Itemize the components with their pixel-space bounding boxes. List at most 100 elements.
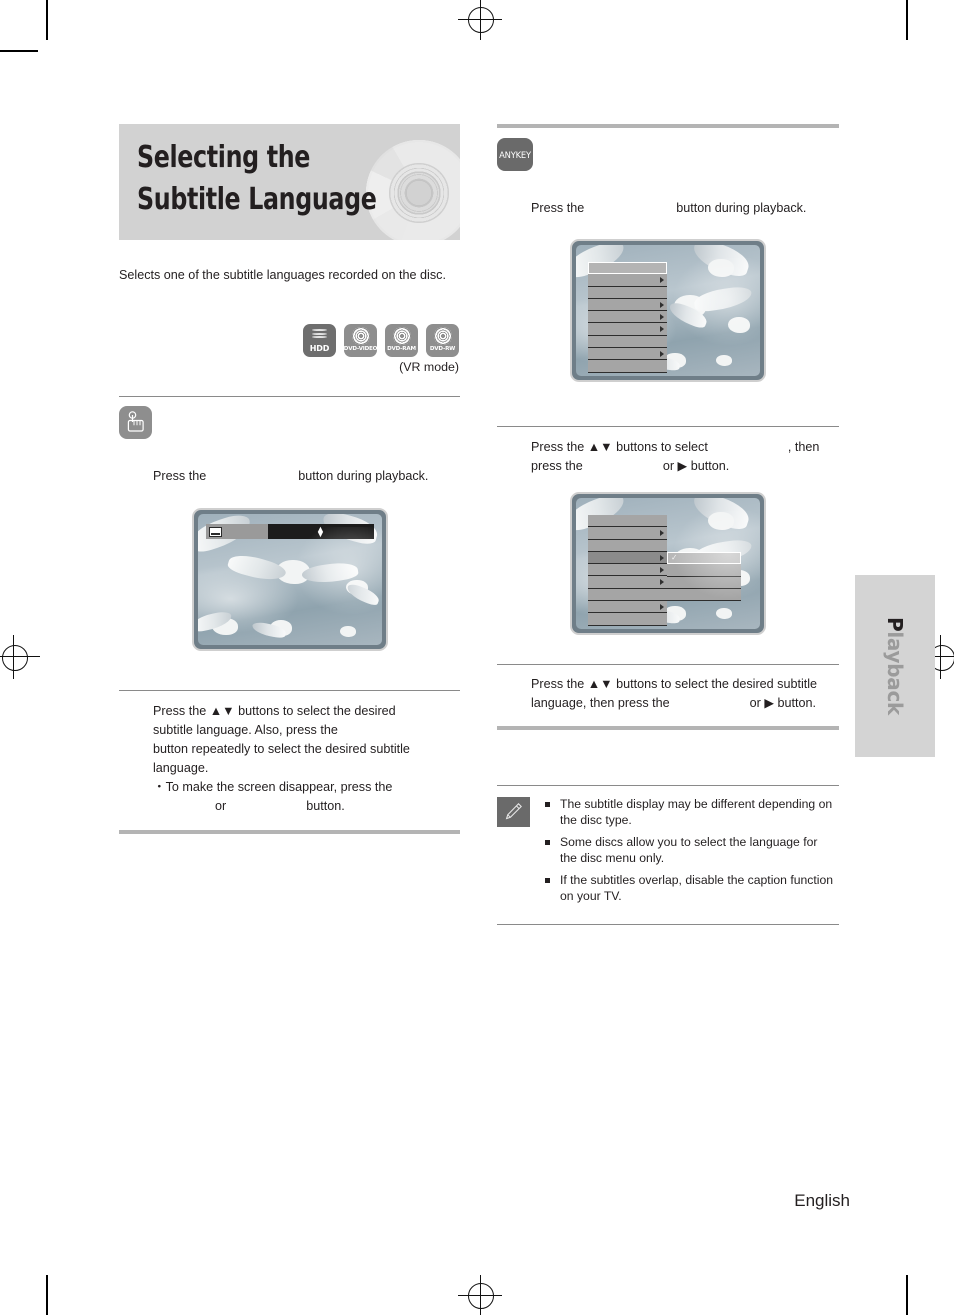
anykey-menu-item-7[interactable] <box>588 335 667 349</box>
right-rule-below-step3 <box>497 726 839 730</box>
tv-screen-content-2: ✓ <box>576 498 760 629</box>
chevron-right-icon <box>660 603 664 610</box>
anykey-menu-item-9[interactable] <box>588 360 667 373</box>
right-step-2-line1-before: Press the ▲▼ buttons to select <box>531 440 708 454</box>
submenu-item-3[interactable] <box>667 576 741 589</box>
dvd-rw-icon-label: DVD-RW <box>429 346 456 352</box>
anykey-menu-2-item-4[interactable] <box>588 551 667 565</box>
right-step-1-text: Press the button during playback. <box>531 199 839 218</box>
gull-wing-center-2 <box>692 538 754 566</box>
right-rule-below-notes <box>497 924 839 925</box>
gull-wing-top-right-1 <box>689 245 753 280</box>
left-step-2-bullet-line1: ・To make the screen disappear, press the <box>153 778 463 797</box>
anykey-menu-2-item-3[interactable] <box>588 539 667 552</box>
anykey-menu-2-item-6[interactable] <box>588 576 667 589</box>
tv-screenshot-anykey-submenu: ✓ <box>570 492 766 635</box>
anykey-menu-item-8[interactable] <box>588 348 667 361</box>
right-step-2-line2-or: or ▶ button. <box>662 459 730 473</box>
submenu-item-4[interactable] <box>667 588 741 602</box>
left-rule-bottom <box>119 830 460 834</box>
gull-wing-top-right-2 <box>689 498 753 533</box>
anykey-badge: ANYKEY <box>497 138 533 171</box>
anykey-menu-item-6[interactable] <box>588 323 667 336</box>
anykey-menu[interactable] <box>588 262 667 373</box>
right-step-3-text: Press the ▲▼ buttons to select the desir… <box>531 675 843 713</box>
left-step-2-bullet-text: To make the screen disappear, press the <box>165 780 393 794</box>
left-step-2-bullet-end: button. <box>306 799 345 813</box>
osd-subtitle-bar: ▲ ▼ <box>205 523 374 539</box>
anykey-menu-2-item-2[interactable] <box>588 527 667 540</box>
note-list: The subtitle display may be different de… <box>544 797 834 911</box>
tv-screenshot-subtitle-osd: ▲ ▼ <box>191 508 388 651</box>
left-step-2-line2-text: subtitle language. Also, press the <box>153 723 338 737</box>
left-step-1-text-after: button during playback. <box>298 469 429 483</box>
gull-wing-center-left <box>225 550 288 586</box>
gull-body-right-1 <box>728 317 750 333</box>
gull-body-bottom-right-2 <box>716 608 732 619</box>
gull-body-bottom-right-1 <box>716 355 732 366</box>
left-step-2-line3: button repeatedly to select the desired … <box>153 742 410 756</box>
right-rule-above-notes <box>497 785 839 786</box>
left-rule-above-step1 <box>119 396 460 397</box>
note-item-3: If the subtitles overlap, disable the ca… <box>544 873 834 904</box>
intro-paragraph: Selects one of the subtitle languages re… <box>119 268 446 282</box>
gull-wing-center-right <box>300 559 359 587</box>
submenu-item-2[interactable] <box>667 564 741 577</box>
left-step-2-line2: subtitle language. Also, press the <box>153 721 463 740</box>
gull-body-right <box>345 580 368 595</box>
right-step-2-text: Press the ▲▼ buttons to select , then pre… <box>531 438 841 476</box>
right-step-3-line2: language, then press the or ▶ button. <box>531 694 843 713</box>
right-step-2-line2: press the or ▶ button. <box>531 457 841 476</box>
anykey-menu-2[interactable] <box>588 515 667 626</box>
note-block: The subtitle display may be different de… <box>497 797 839 911</box>
dvd-ram-icon-label: DVD-RAM <box>387 346 416 352</box>
dvd-video-icon-label: DVD-VIDEO <box>343 346 378 352</box>
right-step-1-text-after: button during playback. <box>676 201 807 215</box>
note-item-2: Some discs allow you to select the langu… <box>544 835 834 866</box>
hdd-icon: HDD <box>303 324 336 357</box>
gull-body-center-1 <box>674 295 706 318</box>
anykey-menu-2-item-5[interactable] <box>588 564 667 577</box>
gull-body-center-2 <box>674 548 706 571</box>
section-tab-label: Playback <box>883 617 907 715</box>
anykey-menu-item-5[interactable] <box>588 311 667 324</box>
chevron-right-icon <box>660 529 664 536</box>
osd-right-segment: ▲ ▼ <box>267 523 374 539</box>
anykey-menu-2-item-7[interactable] <box>588 588 667 602</box>
left-step-2-bullet-line2: or button. <box>153 797 463 816</box>
anykey-menu-item-1[interactable] <box>588 262 667 275</box>
chevron-right-icon <box>660 350 664 357</box>
dvd-rw-disc-glyph <box>433 327 452 345</box>
right-rule-top <box>497 124 839 128</box>
anykey-menu-2-item-9[interactable] <box>588 613 667 626</box>
subtitle-language-submenu[interactable]: ✓ <box>667 552 741 602</box>
right-step-2-line2-before: press the <box>531 459 583 473</box>
right-rule-above-step2 <box>497 426 839 427</box>
anykey-menu-2-item-1[interactable] <box>588 515 667 528</box>
chevron-right-icon <box>660 301 664 308</box>
right-rule-above-step3 <box>497 664 839 665</box>
left-step-2-text: Press the ▲▼ buttons to select the desir… <box>153 702 463 816</box>
anykey-menu-item-2[interactable] <box>588 274 667 287</box>
submenu-item-1[interactable]: ✓ <box>667 552 741 565</box>
tv-screen-content: ▲ ▼ <box>197 514 382 645</box>
tv-screen-content-1 <box>576 245 760 376</box>
footer-language: English <box>794 1191 850 1210</box>
gull-wing-center-1 <box>692 285 754 313</box>
anykey-menu-2-item-8[interactable] <box>588 601 667 614</box>
disc-type-icon-row: HDD DVD-VIDEO DVD-RAM DVD-RW <box>119 324 460 357</box>
press-button-badge <box>119 406 152 439</box>
section-tab-playback: Playback <box>855 575 935 757</box>
gull-body-bottom-right <box>339 626 356 637</box>
anykey-menu-item-4[interactable] <box>588 298 667 312</box>
hdd-platter-glyph <box>310 327 329 344</box>
dvd-ram-icon: DVD-RAM <box>385 324 418 357</box>
anykey-menu-item-3[interactable] <box>588 286 667 299</box>
left-step-1-text-before: Press the <box>153 469 207 483</box>
right-step-1-text-before: Press the <box>531 201 585 215</box>
section-tab-rest: layback <box>883 631 907 716</box>
left-step-2-bullet-or: or <box>215 799 227 813</box>
right-step-3-line2-after: or ▶ button. <box>749 696 817 710</box>
up-down-arrow-icon: ▲ ▼ <box>316 523 325 539</box>
dvd-video-disc-glyph <box>351 327 370 345</box>
